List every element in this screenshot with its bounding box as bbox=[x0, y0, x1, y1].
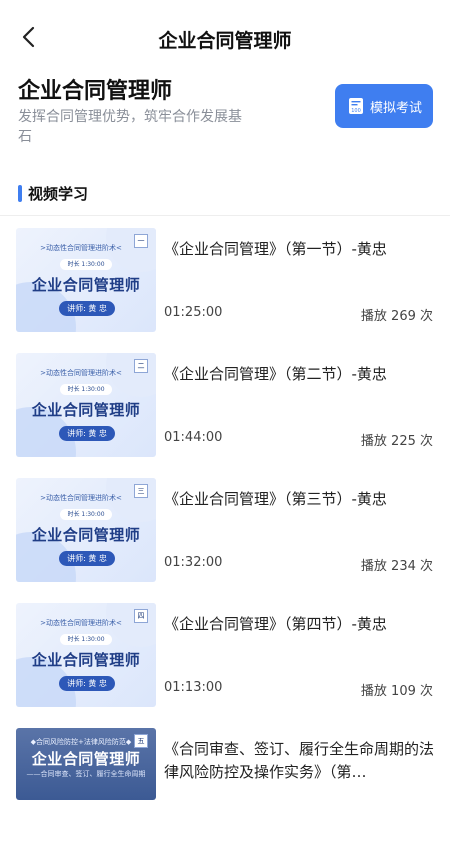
thumb-title: 企业合同管理师 bbox=[31, 401, 141, 419]
thumb-title: 企业合同管理师 bbox=[31, 651, 141, 669]
video-item[interactable]: 三 >动态性合同管理进阶术< 时长 1:30:00 企业合同管理师 讲师: 黄 … bbox=[0, 478, 450, 603]
page-title: 企业合同管理师 bbox=[18, 79, 173, 104]
section-title: 视频学习 bbox=[28, 184, 89, 203]
thumb-title: 企业合同管理师 bbox=[31, 526, 141, 544]
video-thumbnail: 一 >动态性合同管理进阶术< 时长 1:30:00 企业合同管理师 讲师: 黄 … bbox=[16, 228, 156, 332]
exam-paper-icon: 100 bbox=[348, 98, 363, 114]
thumb-teacher: 讲师: 黄 忠 bbox=[59, 426, 115, 441]
video-thumbnail: 三 >动态性合同管理进阶术< 时长 1:30:00 企业合同管理师 讲师: 黄 … bbox=[16, 478, 156, 582]
page-subtitle: 发挥合同管理优势，筑牢合作发展基石 bbox=[18, 109, 242, 145]
thumb-subtitle: >动态性合同管理进阶术< bbox=[40, 369, 122, 377]
thumb-teacher: 讲师: 黄 忠 bbox=[59, 676, 115, 691]
thumb-duration-pill: 时长 1:30:00 bbox=[60, 259, 112, 270]
video-item[interactable]: 五 ◆合同风险防控+法律风险防范◆ 企业合同管理师 ——合同审查、签订、履行全生… bbox=[0, 728, 450, 853]
thumb-duration-pill: 时长 1:30:00 bbox=[60, 634, 112, 645]
video-title: 《企业合同管理》（第一节）-黄忠 bbox=[164, 240, 387, 258]
exam-score-text: 100 bbox=[351, 108, 361, 114]
nav-title: 企业合同管理师 bbox=[158, 30, 292, 52]
video-title: 《企业合同管理》（第二节）-黄忠 bbox=[164, 365, 387, 383]
thumb-title: 企业合同管理师 bbox=[31, 750, 141, 768]
mock-exam-label: 模拟考试 bbox=[369, 100, 422, 116]
thumb-duration-pill: 时长 1:30:00 bbox=[60, 384, 112, 395]
thumb-teacher: 讲师: 黄 忠 bbox=[59, 551, 115, 566]
thumb-subtitle-2: ——合同审查、签订、履行全生命周期 bbox=[26, 770, 146, 778]
video-title: 《合同审查、签订、履行全生命周期的法律风险防控及操作实务》（第… bbox=[164, 740, 435, 781]
video-title: 《企业合同管理》（第三节）-黄忠 bbox=[164, 490, 387, 508]
video-thumbnail: 五 ◆合同风险防控+法律风险防范◆ 企业合同管理师 ——合同审查、签订、履行全生… bbox=[16, 728, 156, 800]
thumb-title: 企业合同管理师 bbox=[31, 276, 141, 294]
video-duration: 01:32:00 bbox=[164, 555, 223, 570]
video-item[interactable]: 二 >动态性合同管理进阶术< 时长 1:30:00 企业合同管理师 讲师: 黄 … bbox=[0, 353, 450, 478]
video-duration: 01:25:00 bbox=[164, 305, 223, 320]
video-play-count: 播放 225 次 bbox=[360, 434, 433, 449]
thumb-subtitle: ◆合同风险防控+法律风险防范◆ bbox=[30, 738, 132, 746]
mock-exam-button[interactable]: 100 模拟考试 bbox=[335, 84, 433, 128]
video-item[interactable]: 四 >动态性合同管理进阶术< 时长 1:30:00 企业合同管理师 讲师: 黄 … bbox=[0, 603, 450, 728]
thumb-subtitle: >动态性合同管理进阶术< bbox=[40, 244, 122, 252]
thumb-teacher: 讲师: 黄 忠 bbox=[59, 301, 115, 316]
thumb-duration-pill: 时长 1:30:00 bbox=[60, 509, 112, 520]
video-play-count: 播放 234 次 bbox=[360, 559, 433, 574]
video-thumbnail: 二 >动态性合同管理进阶术< 时长 1:30:00 企业合同管理师 讲师: 黄 … bbox=[16, 353, 156, 457]
video-play-count: 播放 269 次 bbox=[360, 309, 433, 324]
video-item[interactable]: 一 >动态性合同管理进阶术< 时长 1:30:00 企业合同管理师 讲师: 黄 … bbox=[0, 228, 450, 353]
video-thumbnail: 四 >动态性合同管理进阶术< 时长 1:30:00 企业合同管理师 讲师: 黄 … bbox=[16, 603, 156, 707]
divider bbox=[0, 215, 450, 216]
top-nav-bar: 企业合同管理师 bbox=[0, 0, 450, 76]
section-accent-bar bbox=[18, 184, 22, 202]
video-list: 一 >动态性合同管理进阶术< 时长 1:30:00 企业合同管理师 讲师: 黄 … bbox=[0, 228, 450, 853]
thumb-subtitle: >动态性合同管理进阶术< bbox=[40, 494, 122, 502]
video-play-count: 播放 109 次 bbox=[360, 684, 433, 699]
thumb-subtitle: >动态性合同管理进阶术< bbox=[40, 619, 122, 627]
section-header: 视频学习 bbox=[18, 182, 88, 204]
video-duration: 01:13:00 bbox=[164, 680, 223, 695]
video-duration: 01:44:00 bbox=[164, 430, 223, 445]
video-title: 《企业合同管理》（第四节）-黄忠 bbox=[164, 615, 387, 633]
